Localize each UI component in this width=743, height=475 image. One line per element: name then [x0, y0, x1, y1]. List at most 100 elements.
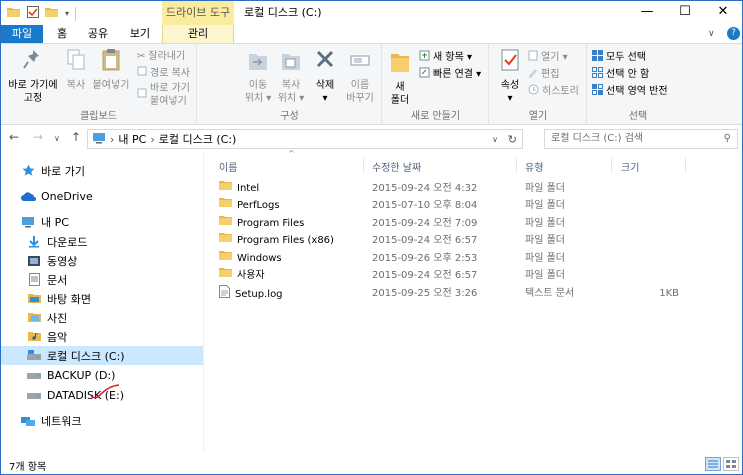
- nav-item-onedrive[interactable]: OneDrive: [1, 187, 203, 206]
- forward-arrow-icon[interactable]: →: [33, 130, 43, 144]
- open-label: 열기 ▾: [541, 52, 568, 63]
- minimize-button[interactable]: —: [628, 1, 666, 25]
- address-bar[interactable]: › 내 PC › 로컬 디스크 (C:) ∨ ↻: [87, 129, 523, 149]
- table-row[interactable]: 사용자 2015-09-24 오전 6:57 파일 폴더: [219, 267, 729, 284]
- nav-item-downloads[interactable]: 다운로드: [1, 232, 203, 251]
- select-group-label: 선택: [628, 111, 648, 122]
- move-to-line2: 위치 ▾: [244, 93, 272, 104]
- up-arrow-icon[interactable]: ↑: [71, 130, 81, 144]
- tab-home[interactable]: 홈: [45, 25, 79, 43]
- properties-qat-button[interactable]: [27, 6, 39, 21]
- copy-path-button[interactable]: 경로 복사: [137, 66, 190, 80]
- paste-shortcut-button[interactable]: 바로 가기 붙여넣기: [137, 82, 196, 108]
- properties-button[interactable]: 속성 ▾: [496, 48, 524, 105]
- new-folder-button[interactable]: 새 폴더: [387, 48, 413, 107]
- delete-x-icon: [311, 48, 339, 76]
- pin-quick-access-button[interactable]: 바로 가기에 고정: [5, 48, 61, 105]
- ribbon-tabs: 파일 홈 공유 보기 관리 ∨ ?: [1, 25, 742, 43]
- easy-access-button[interactable]: 빠른 연결 ▾: [419, 67, 481, 82]
- star-icon: [20, 164, 36, 178]
- new-item-button[interactable]: 새 항목 ▾: [419, 50, 472, 65]
- nav-label: 로컬 디스크 (C:): [47, 349, 125, 363]
- close-button[interactable]: ✕: [704, 1, 742, 25]
- select-all-icon: [592, 50, 603, 65]
- large-icons-view-button[interactable]: [723, 457, 739, 471]
- details-view-button[interactable]: [705, 457, 721, 471]
- cut-button[interactable]: ✂ 잘라내기: [137, 50, 185, 63]
- copy-to-button[interactable]: 복사 위치 ▾: [276, 48, 306, 105]
- explorer-window: ▾ 드라이브 도구 로컬 디스크 (C:) — ☐ ✕ 파일 홈 공유 보기 관…: [0, 0, 743, 475]
- tab-view[interactable]: 보기: [121, 25, 159, 43]
- back-arrow-icon[interactable]: ←: [9, 130, 19, 144]
- edit-button[interactable]: 편집: [528, 67, 559, 82]
- nav-item-desktop[interactable]: 바탕 화면: [1, 289, 203, 308]
- tab-file[interactable]: 파일: [1, 25, 43, 43]
- column-header-type[interactable]: 유형: [525, 159, 543, 174]
- cloud-icon: [20, 190, 36, 204]
- search-box[interactable]: 로컬 디스크 (C:) 검색 ⚲: [544, 129, 738, 149]
- copy-label: 복사: [66, 80, 86, 91]
- column-divider[interactable]: [685, 158, 686, 172]
- table-row[interactable]: Setup.log 2015-09-25 오전 3:26 텍스트 문서 1KB: [219, 285, 729, 302]
- select-all-label: 모두 선택: [606, 52, 646, 63]
- nav-item-local-disk-c[interactable]: 로컬 디스크 (C:): [1, 346, 203, 365]
- paste-shortcut-label: 바로 가기 붙여넣기: [150, 83, 190, 107]
- column-header-size[interactable]: 크기: [621, 159, 639, 174]
- table-row[interactable]: Intel 2015-09-24 오전 4:32 파일 폴더: [219, 180, 729, 197]
- file-name: Setup.log: [235, 289, 283, 300]
- tab-manage[interactable]: 관리: [162, 25, 234, 43]
- column-divider[interactable]: [363, 158, 364, 172]
- contextual-tab-label: 드라이브 도구: [162, 1, 234, 25]
- column-divider[interactable]: [516, 158, 517, 172]
- breadcrumb-local-disk[interactable]: 로컬 디스크 (C:): [159, 131, 237, 147]
- copy-button[interactable]: 복사: [63, 48, 89, 92]
- column-divider[interactable]: [611, 158, 612, 172]
- copy-icon: [63, 48, 89, 76]
- refresh-icon[interactable]: ↻: [508, 133, 517, 146]
- new-folder-line2: 폴더: [390, 95, 410, 106]
- column-header-name[interactable]: 이름: [219, 159, 237, 174]
- tab-share[interactable]: 공유: [79, 25, 117, 43]
- column-header-date[interactable]: 수정한 날짜: [372, 159, 421, 174]
- nav-item-quick-access[interactable]: 바로 가기: [1, 161, 203, 180]
- recent-locations-chevron-icon[interactable]: ∨: [54, 134, 60, 143]
- open-button[interactable]: 열기 ▾: [528, 50, 568, 65]
- nav-item-network[interactable]: 네트워크: [1, 411, 203, 430]
- file-date: 2015-09-24 오전 6:57: [372, 235, 478, 246]
- delete-button[interactable]: 삭제 ▾: [311, 48, 339, 105]
- qat-dropdown-icon[interactable]: ▾: [65, 9, 69, 18]
- desktop-icon: [26, 292, 42, 306]
- history-button[interactable]: 히스토리: [528, 84, 579, 99]
- table-row[interactable]: PerfLogs 2015-07-10 오후 8:04 파일 폴더: [219, 197, 729, 214]
- drive-icon: [26, 389, 42, 403]
- pc-icon: [20, 215, 36, 229]
- nav-item-videos[interactable]: 동영상: [1, 251, 203, 270]
- move-to-button[interactable]: 이동 위치 ▾: [243, 48, 273, 105]
- breadcrumb-this-pc[interactable]: 내 PC: [118, 131, 146, 147]
- nav-item-documents[interactable]: 문서: [1, 270, 203, 289]
- select-none-label: 선택 안 함: [606, 69, 650, 80]
- maximize-button[interactable]: ☐: [666, 1, 704, 25]
- picture-icon: [26, 311, 42, 325]
- table-row[interactable]: Program Files (x86) 2015-09-24 오전 6:57 파…: [219, 232, 729, 249]
- address-dropdown-icon[interactable]: ∨: [492, 135, 498, 144]
- scissors-icon: ✂: [137, 51, 146, 62]
- select-all-button[interactable]: 모두 선택: [592, 50, 646, 65]
- nav-item-pictures[interactable]: 사진: [1, 308, 203, 327]
- nav-item-backup-d[interactable]: BACKUP (D:): [1, 366, 203, 385]
- help-button[interactable]: ?: [727, 27, 740, 40]
- select-none-button[interactable]: 선택 안 함: [592, 67, 649, 82]
- open-icon: [528, 50, 538, 65]
- nav-item-music[interactable]: 음악: [1, 327, 203, 346]
- collapse-ribbon-icon[interactable]: ∨: [708, 29, 715, 39]
- table-row[interactable]: Windows 2015-09-26 오후 2:53 파일 폴더: [219, 250, 729, 267]
- paste-button[interactable]: 붙여넣기: [91, 48, 131, 92]
- qat-divider: [75, 6, 77, 21]
- document-icon: [26, 273, 42, 287]
- new-folder-qat-button[interactable]: [45, 6, 59, 21]
- table-row[interactable]: Program Files 2015-09-24 오전 7:09 파일 폴더: [219, 215, 729, 232]
- nav-item-this-pc[interactable]: 내 PC: [1, 212, 203, 231]
- invert-selection-button[interactable]: 선택 영역 반전: [592, 84, 668, 99]
- nav-label: 다운로드: [47, 235, 88, 249]
- rename-button[interactable]: 이름 바꾸기: [343, 48, 377, 105]
